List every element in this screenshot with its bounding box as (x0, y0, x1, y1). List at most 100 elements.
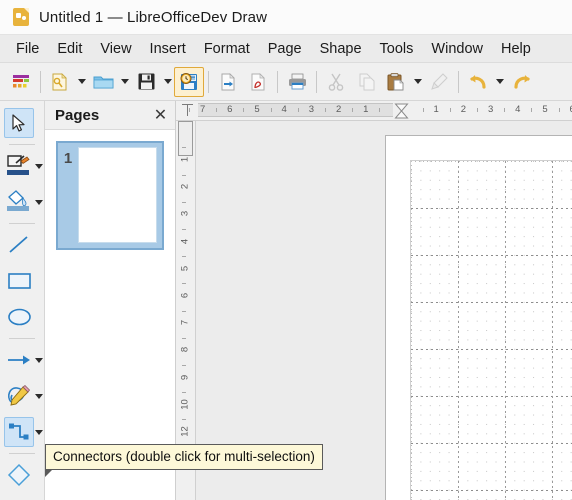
toolbar-separator (40, 70, 41, 93)
toolbar-separator (458, 70, 459, 93)
fill-color-row (0, 184, 44, 220)
line-color-tool[interactable] (4, 151, 34, 181)
toolbar-separator (277, 70, 278, 93)
menu-item-edit[interactable]: Edit (48, 38, 91, 60)
page-thumbnail-1[interactable]: 1 (56, 141, 164, 250)
grid-line-horizontal (411, 490, 572, 491)
fill-color-tool[interactable] (4, 187, 34, 217)
open-dropdown-caret[interactable] (118, 67, 131, 97)
show-draw-functions-button[interactable] (6, 67, 36, 97)
open-button[interactable] (88, 67, 118, 97)
ruler-tick (182, 256, 186, 258)
ruler-tick (182, 365, 186, 366)
menu-item-file[interactable]: File (7, 38, 48, 60)
select-tool[interactable] (4, 108, 34, 138)
copy-button[interactable] (351, 67, 381, 97)
horizontal-ruler-track[interactable]: 7 6 5 4 3 2 1 1 2 3 4 5 6 (189, 103, 572, 119)
ellipse-row (0, 299, 44, 335)
menu-item-insert[interactable]: Insert (141, 38, 195, 60)
clone-formatting-button[interactable] (424, 67, 454, 97)
menu-item-tools[interactable]: Tools (371, 38, 423, 60)
paste-dropdown-caret[interactable] (411, 67, 424, 97)
grid-dots (411, 161, 572, 500)
standard-toolbar (0, 63, 572, 101)
toolbar-separator (208, 70, 209, 93)
vruler-label-6: 6 (179, 292, 191, 299)
grid-line-horizontal (411, 255, 572, 256)
drawing-toolbar (0, 101, 45, 500)
undo-button[interactable] (463, 67, 493, 97)
ruler-tick (182, 283, 186, 285)
hruler-label-right-3: 3 (487, 104, 494, 115)
export-button[interactable] (213, 67, 243, 97)
ruler-tick (189, 108, 190, 112)
page-margin-area (410, 160, 572, 500)
redo-button[interactable] (506, 67, 536, 97)
ellipse-tool[interactable] (4, 302, 34, 332)
rectangle-tool[interactable] (4, 266, 34, 296)
window-title: Untitled 1 — LibreOfficeDev Draw (39, 8, 268, 26)
new-dropdown-caret[interactable] (75, 67, 88, 97)
new-button[interactable] (45, 67, 75, 97)
fill-color-dropdown-caret[interactable] (34, 199, 44, 205)
ruler-tick (325, 108, 326, 112)
horizontal-ruler[interactable]: 7 6 5 4 3 2 1 1 2 3 4 5 6 (176, 101, 572, 121)
curves-and-polygons-tool[interactable] (4, 381, 34, 411)
menu-item-format[interactable]: Format (195, 38, 259, 60)
libreoffice-draw-window: Untitled 1 — LibreOfficeDev Draw File Ed… (0, 0, 572, 500)
connectors-tool[interactable] (4, 417, 34, 447)
ruler-tick (477, 108, 478, 112)
grid-line-vertical (458, 161, 459, 500)
connectors-dropdown-caret[interactable] (34, 429, 44, 435)
cut-button[interactable] (321, 67, 351, 97)
undo-dropdown-caret[interactable] (493, 67, 506, 97)
insert-line-tool[interactable] (4, 230, 34, 260)
save-dropdown-caret[interactable] (161, 67, 174, 97)
basic-shapes-tool[interactable] (4, 460, 34, 490)
vruler-label-10: 10 (179, 399, 191, 410)
export-pdf-button[interactable] (243, 67, 273, 97)
hruler-label-right-6: 6 (565, 103, 572, 117)
page-area[interactable] (385, 135, 572, 500)
line-color-dropdown-caret[interactable] (34, 163, 44, 169)
lines-and-arrows-tool[interactable] (4, 345, 34, 375)
draw-document-icon (12, 8, 30, 26)
menu-item-view[interactable]: View (91, 38, 140, 60)
curves-and-polygons-dropdown-caret[interactable] (34, 393, 44, 399)
lines-and-arrows-dropdown-caret[interactable] (34, 357, 44, 363)
toolbar-divider (9, 338, 35, 339)
page-preview (78, 147, 157, 243)
vruler-label-7: 7 (179, 320, 191, 326)
save-button[interactable] (131, 67, 161, 97)
insert-line-row (0, 227, 44, 263)
save-as-button[interactable] (174, 66, 204, 97)
hruler-label-right-4: 4 (515, 104, 521, 115)
page-start-marker-icon[interactable] (394, 103, 409, 119)
hruler-label-left-1: 1 (363, 104, 369, 115)
menu-item-page[interactable]: Page (259, 38, 311, 60)
ruler-tick (182, 147, 186, 149)
menu-item-window[interactable]: Window (422, 38, 492, 60)
connectors-row (0, 414, 44, 450)
rectangle-row (0, 263, 44, 299)
grid-line-horizontal (411, 396, 572, 397)
menu-item-help[interactable]: Help (492, 38, 540, 60)
ruler-tick (531, 108, 533, 112)
pages-panel: Pages ✕ 1 (45, 101, 176, 500)
hruler-label-left-4: 4 (281, 104, 287, 115)
close-icon[interactable]: ✕ (152, 107, 169, 124)
hruler-label-left-2: 2 (335, 104, 342, 115)
pages-panel-header: Pages ✕ (45, 101, 175, 130)
pages-panel-title: Pages (55, 106, 100, 124)
line-color-row (0, 148, 44, 184)
ruler-tick (182, 392, 186, 394)
toolbar-divider (9, 223, 35, 224)
vruler-label-12: 12 (179, 426, 191, 437)
paste-button[interactable] (381, 67, 411, 97)
basic-shapes-row (0, 457, 44, 493)
symbol-shapes-tool[interactable] (4, 496, 34, 500)
menu-item-shape[interactable]: Shape (311, 38, 371, 60)
print-button[interactable] (282, 67, 312, 97)
vruler-label-8: 8 (179, 347, 191, 353)
ruler-tick (182, 337, 186, 339)
